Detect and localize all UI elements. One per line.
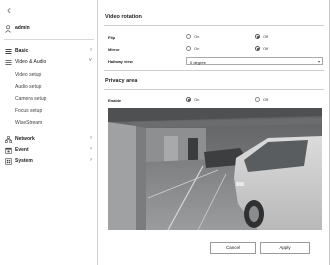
apply-button[interactable]: Apply [260,242,310,254]
chevron-right-icon: › [90,135,92,141]
flip-label: Flip [108,35,116,40]
sidebar-subitem-video-setup[interactable]: Video setup [15,72,41,78]
cancel-button[interactable]: Cancel [210,242,256,254]
mirror-label: Mirror [108,47,120,52]
enable-on-radio[interactable]: On [186,97,199,102]
privacy-area-title: Privacy area [105,78,138,84]
sidebar-item-basic[interactable]: Basic › [0,47,98,56]
hallway-view-select[interactable]: 0 degree ▾ [186,57,323,65]
radio-off-icon [255,97,260,102]
sidebar-item-label: System [15,158,33,164]
section-divider [104,89,324,90]
system-icon [5,158,12,165]
chevron-down-icon: ▾ [317,59,320,64]
sidebar-item-network[interactable]: Network › [0,135,98,144]
flip-on-radio[interactable]: On [186,34,199,39]
sidebar-item-system[interactable]: System › [0,157,98,166]
video-rotation-title: Video rotation [105,14,142,20]
radio-off-icon [186,34,191,39]
sidebar-item-label: Network [15,136,35,142]
event-icon [5,147,12,154]
radio-label: Off [263,46,269,51]
radio-selected-icon [255,46,260,51]
radio-label: On [194,34,200,39]
main-panel: Video rotation Flip On Off Mirror On Off… [98,0,330,265]
user-name: admin [15,25,30,31]
chevron-right-icon: › [90,157,92,163]
grid-icon [5,49,12,54]
radio-selected-icon [186,97,191,102]
camera-preview-image [108,108,322,230]
sidebar-item-video-audio[interactable]: Video & Audio ˅ [0,58,98,67]
enable-off-radio[interactable]: Off [255,97,268,102]
chevron-down-icon: ˅ [88,58,92,64]
sidebar-subitem-camera-setup[interactable]: Camera setup [15,96,46,102]
mirror-off-radio[interactable]: Off [255,46,268,51]
radio-label: On [194,97,200,102]
chevron-left-icon: ‹ [7,3,11,17]
mirror-on-radio[interactable]: On [186,46,199,51]
back-button[interactable]: ‹ [7,4,11,16]
sidebar-item-label: Basic [15,48,29,54]
enable-label: Enable [108,98,122,103]
radio-label: On [194,46,200,51]
camera-preview[interactable] [108,108,322,230]
sidebar-subitem-audio-setup[interactable]: Audio setup [15,84,41,90]
radio-label: Off [263,97,269,102]
section-divider [104,70,324,71]
sidebar-item-event[interactable]: Event › [0,146,98,155]
user-row[interactable]: admin [0,22,98,36]
radio-selected-icon [255,34,260,39]
sidebar-subitem-wisestream[interactable]: WiseStream [15,120,42,126]
user-icon [5,25,11,33]
sidebar-divider [4,39,94,40]
section-divider [104,25,324,26]
flip-off-radio[interactable]: Off [255,34,268,39]
chevron-right-icon: › [90,47,92,53]
sidebar-item-label: Event [15,147,29,153]
select-value: 0 degree [190,59,206,65]
chevron-right-icon: › [90,146,92,152]
radio-label: Off [263,34,269,39]
hallway-view-label: Hallway view [108,59,133,64]
sidebar: ‹ admin Basic › Video & Audio ˅ Video se… [0,0,98,265]
menu-lines-icon [5,60,12,65]
sidebar-item-label: Video & Audio [15,59,47,65]
network-icon [5,136,12,143]
sidebar-subitem-focus-setup[interactable]: Focus setup [15,108,42,114]
radio-off-icon [186,46,191,51]
